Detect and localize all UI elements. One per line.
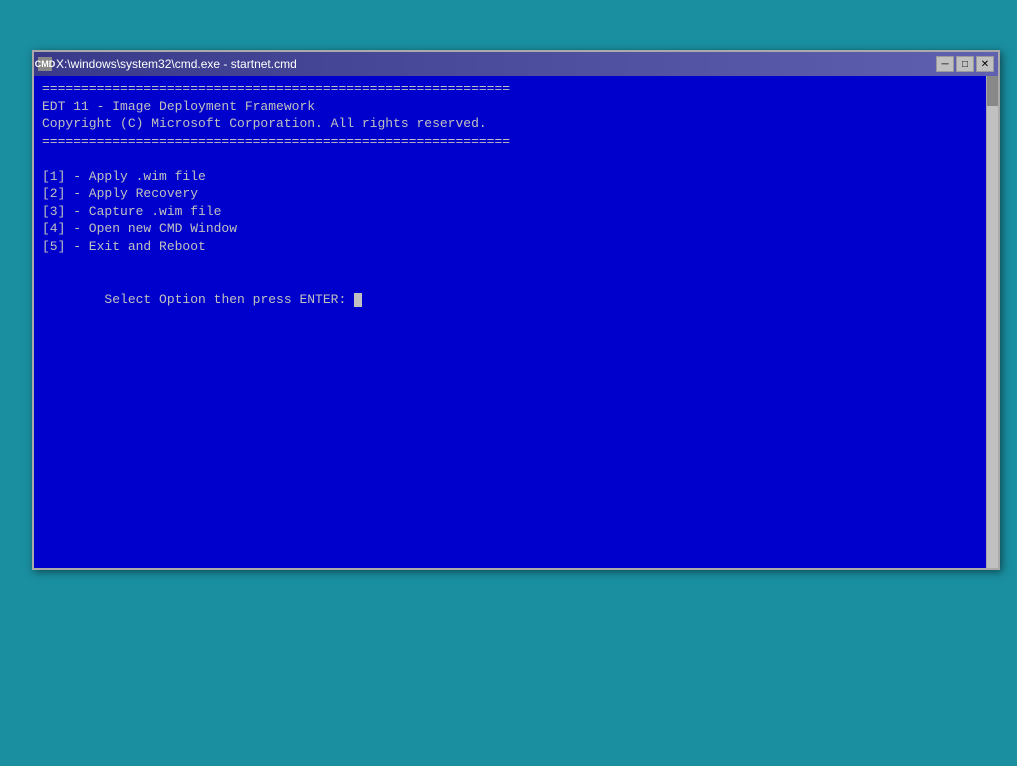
title-bar: CMD X:\windows\system32\cmd.exe - startn… — [34, 52, 998, 76]
cmd-window: CMD X:\windows\system32\cmd.exe - startn… — [32, 50, 1000, 570]
separator-top: ========================================… — [42, 80, 990, 98]
prompt-line: Select Option then press ENTER: — [42, 273, 990, 326]
blank-line-2 — [42, 255, 990, 273]
prompt-text: Select Option then press ENTER: — [104, 292, 354, 307]
console-title: EDT 11 - Image Deployment Framework — [42, 98, 990, 116]
cmd-icon: CMD — [38, 57, 52, 71]
minimize-button[interactable]: ─ — [936, 56, 954, 72]
menu-item-4: [4] - Open new CMD Window — [42, 220, 990, 238]
menu-item-1: [1] - Apply .wim file — [42, 168, 990, 186]
desktop: CMD X:\windows\system32\cmd.exe - startn… — [0, 0, 1017, 766]
blank-line-1 — [42, 150, 990, 168]
window-controls: ─ □ ✕ — [936, 56, 994, 72]
maximize-button[interactable]: □ — [956, 56, 974, 72]
window-title: X:\windows\system32\cmd.exe - startnet.c… — [56, 57, 297, 71]
menu-item-5: [5] - Exit and Reboot — [42, 238, 990, 256]
console-body[interactable]: ========================================… — [34, 76, 998, 568]
title-bar-left: CMD X:\windows\system32\cmd.exe - startn… — [38, 57, 297, 71]
scrollbar[interactable] — [986, 76, 998, 568]
cursor — [354, 293, 362, 307]
console-copyright: Copyright (C) Microsoft Corporation. All… — [42, 115, 990, 133]
close-button[interactable]: ✕ — [976, 56, 994, 72]
menu-item-2: [2] - Apply Recovery — [42, 185, 990, 203]
scrollbar-thumb[interactable] — [987, 76, 998, 106]
menu-item-3: [3] - Capture .wim file — [42, 203, 990, 221]
separator-bottom: ========================================… — [42, 133, 990, 151]
